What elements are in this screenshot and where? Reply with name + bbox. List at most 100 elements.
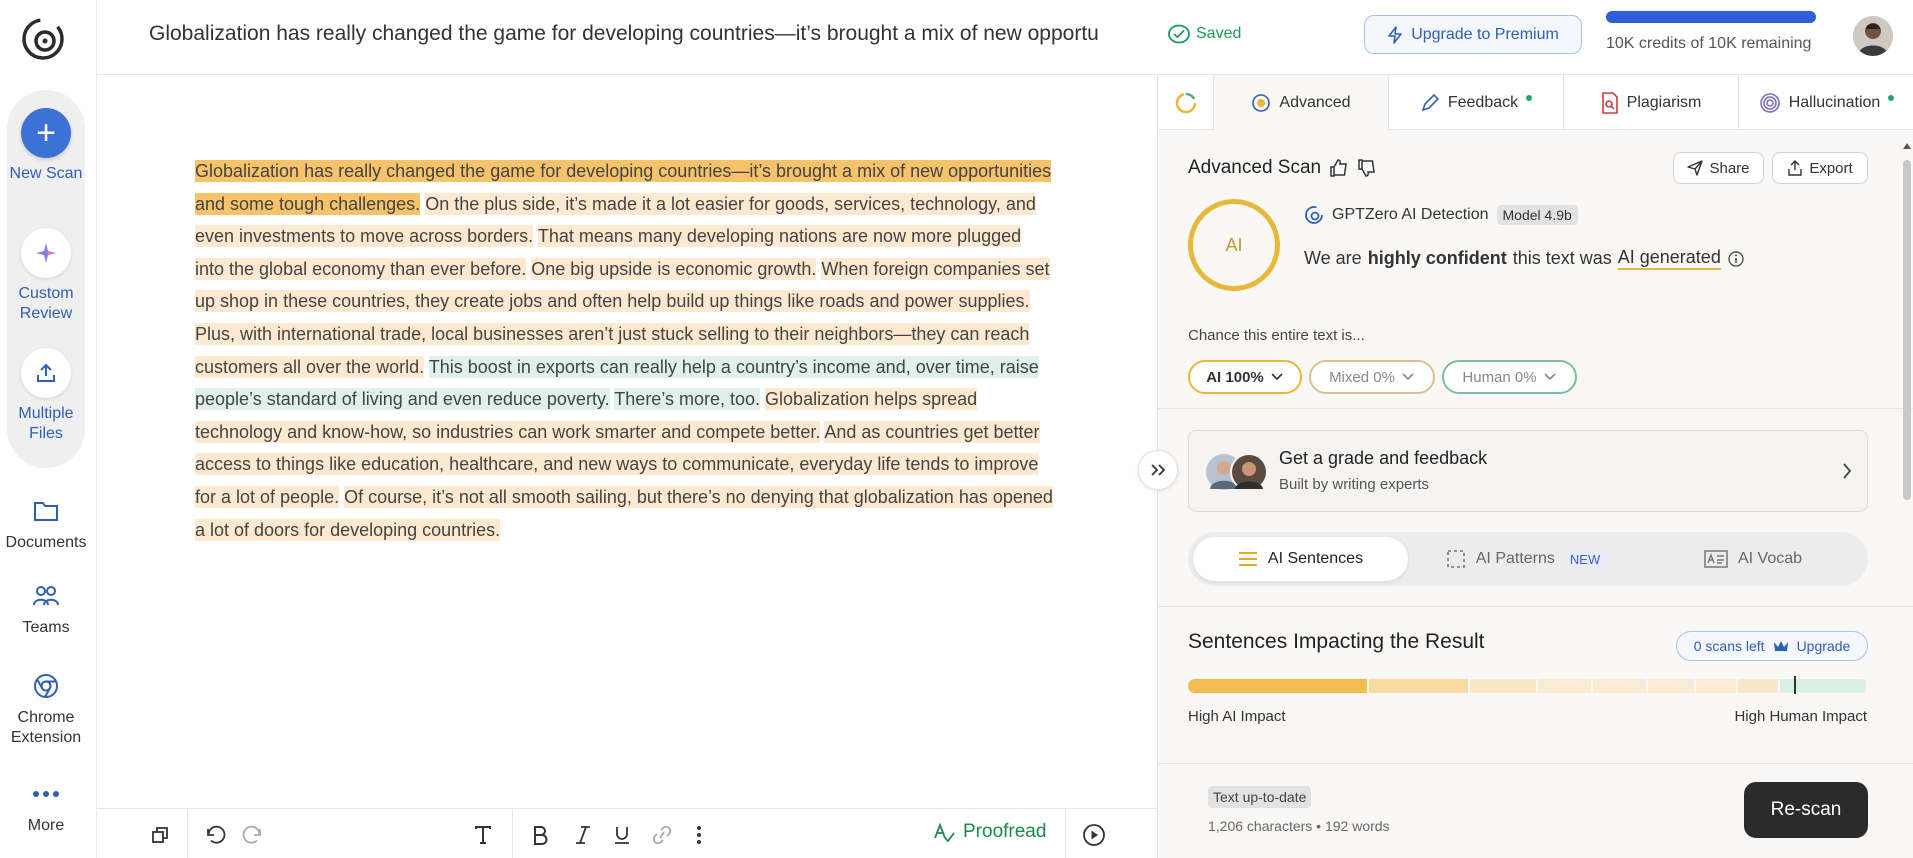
confidence-statement: We are highly confident this text was AI… bbox=[1304, 247, 1745, 270]
more-options-button[interactable] bbox=[689, 822, 709, 848]
ai-chip-label: AI 100% bbox=[1206, 368, 1264, 386]
custom-review-label: Custom Review bbox=[18, 285, 74, 322]
text-counts: 1,206 characters • 192 words bbox=[1208, 818, 1390, 834]
play-button[interactable] bbox=[1081, 822, 1107, 848]
human-chip-label: Human 0% bbox=[1462, 368, 1537, 386]
export-label: Export bbox=[1809, 159, 1853, 177]
thumbs-up-icon[interactable] bbox=[1329, 158, 1349, 178]
share-label: Share bbox=[1709, 159, 1750, 177]
undo-icon bbox=[207, 825, 226, 844]
underline-button[interactable] bbox=[609, 822, 635, 848]
rescan-button[interactable]: Re-scan bbox=[1744, 782, 1868, 838]
confidence-result: AI generated bbox=[1617, 247, 1721, 270]
impact-title: Sentences Impacting the Result bbox=[1188, 630, 1485, 653]
teams-icon bbox=[0, 580, 92, 612]
new-scan-label: New Scan bbox=[9, 165, 83, 182]
credits-progress-bar bbox=[1606, 11, 1816, 23]
chevron-right-icon bbox=[1843, 463, 1852, 479]
pen-icon bbox=[1421, 93, 1439, 111]
proofread-button[interactable]: Proofread bbox=[933, 821, 1046, 843]
grade-feedback-card[interactable]: Get a grade and feedback Built by writin… bbox=[1188, 430, 1868, 512]
mixed-chip-label: Mixed 0% bbox=[1329, 368, 1395, 386]
seg-ai-patterns[interactable]: AI Patterns NEW bbox=[1413, 537, 1638, 581]
notification-dot bbox=[1526, 94, 1533, 101]
sparkle-icon bbox=[21, 228, 71, 278]
scroll-up-arrow-icon[interactable] bbox=[1903, 143, 1911, 149]
copy-button[interactable] bbox=[147, 822, 173, 848]
plagiarism-doc-icon bbox=[1601, 91, 1618, 114]
scan-progress-tab[interactable] bbox=[1158, 75, 1214, 130]
scans-left-upgrade[interactable]: 0 scans left Upgrade bbox=[1676, 631, 1868, 661]
impact-segment bbox=[1593, 679, 1649, 693]
pattern-frame-icon bbox=[1446, 550, 1465, 568]
link-button[interactable] bbox=[649, 822, 675, 848]
panel-scrollbar[interactable] bbox=[1903, 160, 1911, 500]
thumbs-down-icon[interactable] bbox=[1357, 158, 1377, 178]
scan-title: Advanced Scan bbox=[1188, 157, 1377, 179]
lightning-icon bbox=[1388, 25, 1402, 44]
tab-advanced[interactable]: Advanced bbox=[1214, 75, 1389, 130]
sentence[interactable]: One big upside is economic growth. bbox=[531, 257, 817, 280]
impact-segment bbox=[1470, 679, 1539, 693]
chrome-icon bbox=[0, 670, 92, 702]
text-status-badge: Text up-to-date bbox=[1208, 786, 1312, 808]
info-icon[interactable] bbox=[1727, 250, 1745, 268]
multiple-files-button[interactable]: Multiple Files bbox=[0, 348, 92, 444]
sentence[interactable]: There’s more, too. bbox=[614, 388, 761, 411]
custom-review-button[interactable]: Custom Review bbox=[0, 228, 92, 324]
chevron-down-icon bbox=[1271, 373, 1283, 381]
nav-more[interactable]: More bbox=[0, 778, 92, 836]
mixed-percent-chip[interactable]: Mixed 0% bbox=[1309, 360, 1435, 394]
redo-icon bbox=[242, 825, 261, 844]
undo-button[interactable] bbox=[202, 822, 228, 848]
send-icon bbox=[1687, 160, 1704, 176]
multiple-files-label: Multiple Files bbox=[18, 405, 74, 442]
nav-teams[interactable]: Teams bbox=[0, 580, 92, 638]
grade-subtitle: Built by writing experts bbox=[1279, 476, 1430, 493]
analysis-segmented-control: AI Sentences AI Patterns NEW AI Vocab bbox=[1188, 532, 1868, 586]
new-scan-button[interactable]: + New Scan bbox=[0, 108, 92, 184]
ai-percent-chip[interactable]: AI 100% bbox=[1188, 360, 1302, 394]
seg-ai-sentences[interactable]: AI Sentences bbox=[1193, 537, 1408, 581]
document-title[interactable]: Globalization has really changed the gam… bbox=[149, 22, 1149, 46]
impact-bar bbox=[1188, 679, 1868, 693]
scans-left-label: 0 scans left bbox=[1693, 638, 1765, 654]
text-style-button[interactable] bbox=[470, 822, 496, 848]
redo-button[interactable] bbox=[240, 822, 266, 848]
upgrade-link-label: Upgrade bbox=[1796, 638, 1851, 654]
tab-hallucination[interactable]: Hallucination bbox=[1739, 75, 1913, 130]
tab-plagiarism[interactable]: Plagiarism bbox=[1564, 75, 1739, 130]
gptzero-logo-icon[interactable] bbox=[20, 16, 66, 62]
text-editor[interactable]: Globalization has really changed the gam… bbox=[97, 75, 1157, 808]
impact-high-human: High Human Impact bbox=[1734, 708, 1867, 725]
upgrade-premium-button[interactable]: Upgrade to Premium bbox=[1364, 15, 1582, 54]
proofread-label: Proofread bbox=[963, 821, 1047, 842]
italic-button[interactable] bbox=[570, 822, 596, 848]
vertical-dots-icon bbox=[697, 826, 701, 844]
nav-documents-label: Documents bbox=[5, 534, 87, 551]
nav-chrome-extension[interactable]: Chrome Extension bbox=[0, 670, 92, 748]
seg-ai-patterns-label: AI Patterns bbox=[1475, 550, 1555, 567]
nav-documents[interactable]: Documents bbox=[0, 495, 92, 553]
human-percent-chip[interactable]: Human 0% bbox=[1442, 360, 1577, 394]
new-badge: NEW bbox=[1564, 549, 1606, 569]
export-button[interactable]: Export bbox=[1772, 152, 1868, 184]
bold-button[interactable] bbox=[527, 822, 553, 848]
collapse-panel-button[interactable] bbox=[1138, 450, 1178, 490]
export-icon bbox=[1788, 160, 1803, 176]
impact-segment bbox=[1538, 679, 1594, 693]
tab-feedback[interactable]: Feedback bbox=[1389, 75, 1564, 130]
upload-icon bbox=[21, 348, 71, 398]
scan-title-label: Advanced Scan bbox=[1188, 157, 1322, 178]
hallucination-spiral-icon bbox=[1759, 92, 1780, 113]
link-icon bbox=[652, 825, 672, 845]
user-avatar[interactable] bbox=[1853, 16, 1893, 56]
model-badge: Model 4.9b bbox=[1496, 205, 1578, 225]
seg-ai-sentences-label: AI Sentences bbox=[1267, 550, 1364, 567]
credits-text: 10K credits of 10K remaining bbox=[1606, 35, 1812, 52]
seg-ai-vocab[interactable]: AI Vocab bbox=[1643, 537, 1863, 581]
share-button[interactable]: Share bbox=[1673, 152, 1764, 184]
impact-segment bbox=[1696, 679, 1739, 693]
chance-label: Chance this entire text is... bbox=[1188, 327, 1365, 344]
editor-text[interactable]: Globalization has really changed the gam… bbox=[195, 155, 1055, 546]
